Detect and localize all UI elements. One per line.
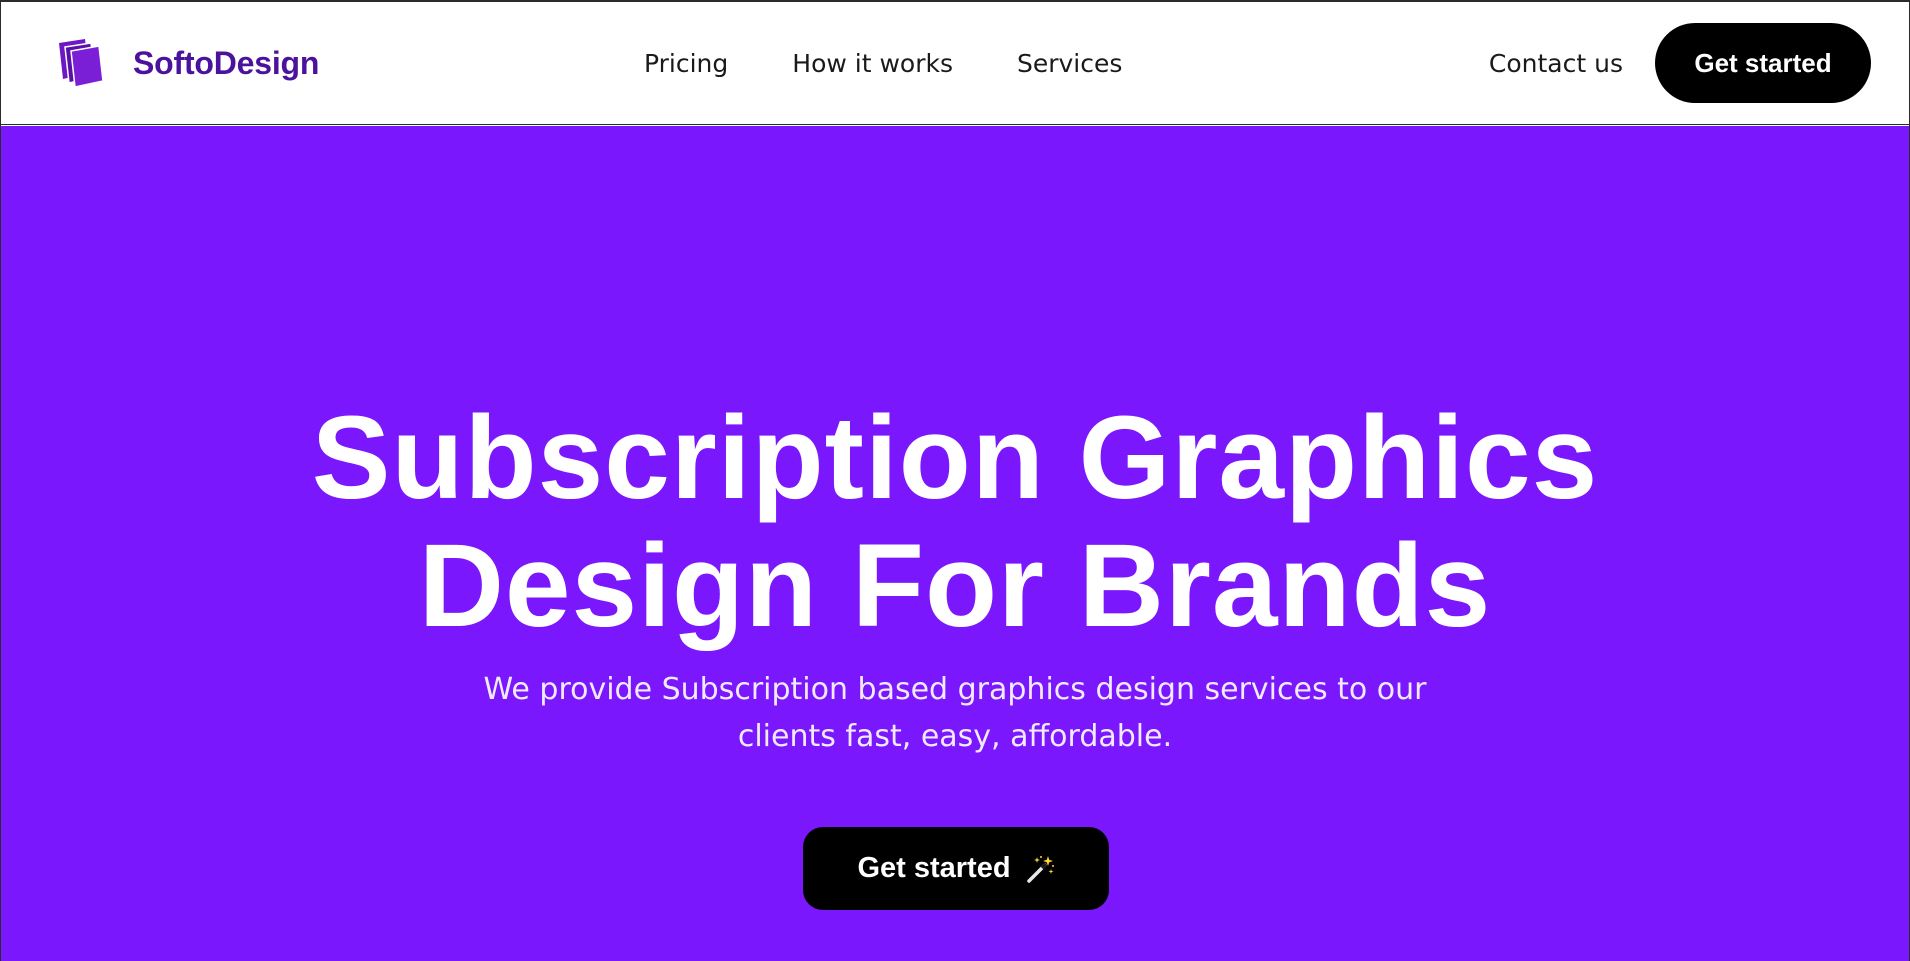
main-nav: Pricing How it works Services [644,44,1122,84]
hero-title: Subscription Graphics Design For Brands [1,394,1909,650]
hero-section: Subscription Graphics Design For Brands … [1,126,1909,961]
brand-name: SoftoDesign [133,44,320,81]
hero-subtitle-line-2: clients fast, easy, affordable. [737,719,1173,754]
hero-subtitle: We provide Subscription based graphics d… [1,666,1909,760]
page: SoftoDesign Pricing How it works Service… [0,0,1910,961]
layers-logo-icon [59,39,104,88]
hero-get-started-button[interactable]: Get started [803,827,1109,910]
brand-logo-link[interactable]: SoftoDesign [55,36,319,90]
magic-wand-icon [1026,855,1054,883]
hero-title-line-1: Subscription Graphics [311,392,1599,524]
nav-link-how-it-works[interactable]: How it works [792,44,953,84]
nav-actions: Contact us Get started [1489,23,1871,103]
contact-us-link[interactable]: Contact us [1489,49,1623,78]
nav-link-services[interactable]: Services [1017,44,1122,84]
top-navbar: SoftoDesign Pricing How it works Service… [1,2,1909,125]
header-get-started-button[interactable]: Get started [1655,23,1871,103]
nav-link-pricing[interactable]: Pricing [644,44,728,84]
hero-subtitle-line-1: We provide Subscription based graphics d… [483,672,1427,707]
hero-cta-label: Get started [857,852,1011,884]
hero-title-line-2: Design For Brands [418,520,1492,652]
